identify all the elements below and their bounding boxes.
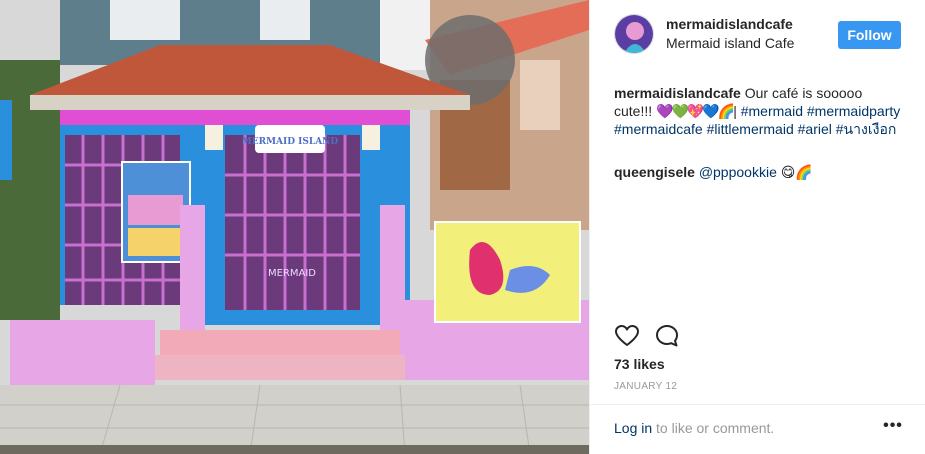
pavement — [0, 385, 589, 454]
cafe-photo-illustration: MERMAID ISLAND MERMAID — [0, 0, 589, 454]
caption-emoji: 💜💚💖💙🌈 — [656, 103, 735, 119]
login-prompt: Log in to like or comment. — [614, 420, 774, 436]
like-button[interactable] — [614, 323, 640, 349]
post-caption: mermaidislandcafe Our café is sooooo cut… — [614, 85, 901, 137]
post-header: mermaidislandcafe Mermaid island Cafe Fo… — [590, 0, 925, 70]
comment-row: queengisele @pppookkie 😋🌈 — [614, 163, 904, 181]
avatar[interactable] — [614, 14, 654, 54]
svg-text:MERMAID: MERMAID — [268, 268, 316, 279]
location-link[interactable]: Mermaid island Cafe — [666, 35, 794, 51]
post-side-panel: mermaidislandcafe Mermaid island Cafe Fo… — [589, 0, 925, 454]
svg-text:MERMAID ISLAND: MERMAID ISLAND — [242, 137, 339, 147]
post-photo[interactable]: MERMAID ISLAND MERMAID — [0, 0, 589, 454]
post-date[interactable]: JANUARY 12 — [614, 381, 677, 392]
divider — [590, 404, 925, 405]
comment-emoji: 😋🌈 — [780, 164, 813, 180]
hashtag-littlemermaid[interactable]: #littlemermaid — [707, 121, 794, 137]
heart-outline-icon — [615, 325, 639, 346]
login-suffix: to like or comment. — [656, 420, 775, 436]
speech-bubble-icon — [656, 325, 678, 347]
username-link[interactable]: mermaidislandcafe — [666, 16, 793, 32]
ellipsis-icon: ••• — [883, 417, 903, 434]
follow-button[interactable]: Follow — [838, 21, 901, 49]
hashtag-ariel[interactable]: #ariel — [798, 121, 832, 137]
login-link[interactable]: Log in — [614, 420, 652, 436]
avatar-image — [615, 15, 653, 53]
caption-username[interactable]: mermaidislandcafe — [614, 85, 741, 101]
comment-username[interactable]: queengisele — [614, 164, 695, 180]
like-count[interactable]: 73 likes — [614, 356, 665, 372]
comment-button[interactable] — [654, 323, 680, 349]
comment-mention[interactable]: @pppookkie — [699, 164, 777, 180]
hashtag-mermaidcafe[interactable]: #mermaidcafe — [614, 121, 703, 137]
hashtag-mermaid[interactable]: #mermaid — [741, 103, 803, 119]
steps — [160, 330, 400, 355]
pink-fence-left — [10, 320, 155, 390]
hashtag-mermaidparty[interactable]: #mermaidparty — [807, 103, 900, 119]
hashtag-thai-mermaid[interactable]: #นางเงือก — [836, 121, 897, 137]
mermaid-poster — [434, 221, 581, 323]
more-options-button[interactable]: ••• — [883, 417, 903, 440]
